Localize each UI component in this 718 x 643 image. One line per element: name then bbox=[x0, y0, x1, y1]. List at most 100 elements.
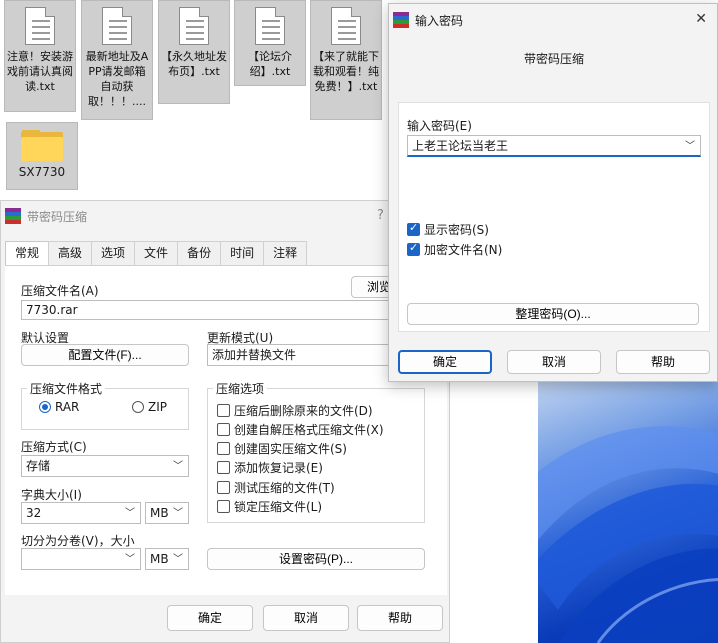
option-label: 创建自解压格式压缩文件(X) bbox=[234, 423, 384, 437]
ok-button[interactable]: 确定 bbox=[167, 605, 253, 631]
dialog-heading: 带密码压缩 bbox=[523, 52, 584, 66]
desktop-file[interactable]: 【永久地址发布页】.txt bbox=[158, 0, 230, 104]
archive-dialog: 带密码压缩 ? 常规 高级 选项 文件 备份 时间 注释 压缩文件名(A) 浏览… bbox=[0, 200, 450, 643]
options-group-title: 压缩选项 bbox=[213, 380, 268, 397]
format-zip-label: ZIP bbox=[148, 400, 167, 414]
file-name: 【论坛介绍】.txt bbox=[248, 50, 292, 78]
password-input[interactable]: 上老王论坛当老王 ﹀ bbox=[407, 135, 701, 157]
show-password-checkbox[interactable]: 显示密码(S) bbox=[407, 221, 489, 238]
checkbox-icon bbox=[217, 481, 230, 494]
close-icon[interactable]: ✕ bbox=[695, 11, 707, 27]
desktop-file[interactable]: 【来了就能下载和观看！纯免费！】.txt bbox=[310, 0, 382, 120]
set-password-button[interactable]: 设置密码(P)... bbox=[207, 548, 425, 570]
tab-bar: 常规 高级 选项 文件 备份 时间 注释 bbox=[5, 241, 308, 266]
tab-backup[interactable]: 备份 bbox=[177, 241, 222, 265]
checkbox-checked-icon bbox=[407, 221, 420, 236]
format-group-title: 压缩文件格式 bbox=[27, 380, 106, 397]
option-sfx[interactable]: 创建自解压格式压缩文件(X) bbox=[217, 421, 384, 438]
desktop-file[interactable]: 【论坛介绍】.txt bbox=[234, 0, 306, 86]
dict-value: 32 bbox=[26, 506, 42, 520]
wallpaper bbox=[538, 370, 718, 643]
password-panel: 输入密码(E) 上老王论坛当老王 ﹀ 显示密码(S) 加密文件名(N) 整理密码… bbox=[398, 102, 710, 332]
text-file-icon bbox=[255, 7, 285, 45]
option-label: 锁定压缩文件(L) bbox=[234, 500, 323, 514]
encrypt-names-label: 加密文件名(N) bbox=[424, 243, 503, 257]
cancel-button[interactable]: 取消 bbox=[263, 605, 349, 631]
radio-icon bbox=[132, 401, 144, 413]
chevron-down-icon: ﹀ bbox=[173, 508, 183, 519]
title-bar[interactable]: 输入密码 bbox=[389, 4, 717, 36]
checkbox-icon bbox=[217, 461, 230, 474]
file-name: 【来了就能下载和观看！纯免费！】.txt bbox=[313, 50, 379, 93]
option-test[interactable]: 测试压缩的文件(T) bbox=[217, 479, 335, 496]
tab-comment[interactable]: 注释 bbox=[263, 241, 308, 265]
option-solid[interactable]: 创建固实压缩文件(S) bbox=[217, 440, 347, 457]
desktop-folder[interactable]: SX7730 bbox=[6, 122, 78, 190]
tab-general[interactable]: 常规 bbox=[5, 241, 50, 266]
help-button[interactable]: 帮助 bbox=[616, 350, 710, 374]
format-rar-radio[interactable]: RAR bbox=[39, 400, 79, 414]
chevron-down-icon: ﹀ bbox=[125, 554, 135, 565]
password-label: 输入密码(E) bbox=[407, 119, 472, 133]
text-file-icon bbox=[102, 7, 132, 45]
ok-button[interactable]: 确定 bbox=[398, 350, 492, 374]
profiles-button[interactable]: 配置文件(F)... bbox=[21, 344, 189, 366]
dialog-title: 输入密码 bbox=[415, 13, 464, 28]
desktop-file[interactable]: 最新地址及APP请发邮箱自动获取！！！.... bbox=[81, 0, 153, 120]
encrypt-names-checkbox[interactable]: 加密文件名(N) bbox=[407, 241, 502, 258]
general-panel: 压缩文件名(A) 浏览( 7730.rar 默认设置 配置文件(F)... 更新… bbox=[5, 265, 447, 595]
split-unit-select[interactable]: MB ﹀ bbox=[145, 548, 189, 570]
desktop-file[interactable]: 注意！安装游戏前请认真阅读.txt bbox=[4, 0, 76, 112]
show-password-label: 显示密码(S) bbox=[424, 223, 489, 237]
dict-label: 字典大小(I) bbox=[21, 488, 82, 502]
help-button[interactable]: 帮助 bbox=[357, 605, 443, 631]
archive-name-label: 压缩文件名(A) bbox=[21, 284, 99, 298]
dict-unit-select[interactable]: MB ﹀ bbox=[145, 502, 189, 524]
checkbox-icon bbox=[217, 404, 230, 417]
chevron-down-icon: ﹀ bbox=[685, 141, 695, 152]
option-recovery[interactable]: 添加恢复记录(E) bbox=[217, 459, 323, 476]
tab-options[interactable]: 选项 bbox=[91, 241, 136, 265]
tab-advanced[interactable]: 高级 bbox=[48, 241, 93, 265]
chevron-down-icon: ﹀ bbox=[173, 461, 183, 472]
chevron-down-icon: ﹀ bbox=[125, 508, 135, 519]
password-dialog: 输入密码 ✕ 带密码压缩 输入密码(E) 上老王论坛当老王 ﹀ 显示密码(S) … bbox=[388, 3, 718, 382]
file-name: 【永久地址发布页】.txt bbox=[161, 50, 227, 78]
tab-files[interactable]: 文件 bbox=[134, 241, 179, 265]
checkbox-icon bbox=[217, 500, 230, 513]
text-file-icon bbox=[331, 7, 361, 45]
option-label: 创建固实压缩文件(S) bbox=[234, 442, 347, 456]
dict-unit: MB bbox=[150, 506, 169, 520]
option-label: 测试压缩的文件(T) bbox=[234, 481, 335, 495]
tab-time[interactable]: 时间 bbox=[220, 241, 265, 265]
method-label: 压缩方式(C) bbox=[21, 440, 87, 454]
organize-passwords-button[interactable]: 整理密码(O)... bbox=[407, 303, 699, 325]
archive-name-input[interactable]: 7730.rar bbox=[21, 300, 441, 320]
dict-select[interactable]: 32 ﹀ bbox=[21, 502, 141, 524]
option-label: 压缩后删除原来的文件(D) bbox=[234, 404, 373, 418]
option-delete-after[interactable]: 压缩后删除原来的文件(D) bbox=[217, 402, 373, 419]
file-name: 注意！安装游戏前请认真阅读.txt bbox=[7, 50, 73, 93]
split-label: 切分为分卷(V)，大小 bbox=[21, 534, 135, 548]
winrar-logo-icon bbox=[393, 12, 409, 28]
password-value: 上老王论坛当老王 bbox=[412, 139, 509, 153]
radio-selected-icon bbox=[39, 401, 51, 413]
format-rar-label: RAR bbox=[55, 400, 80, 414]
option-label: 添加恢复记录(E) bbox=[234, 461, 323, 475]
text-file-icon bbox=[179, 7, 209, 45]
help-icon[interactable]: ? bbox=[377, 208, 384, 223]
option-lock[interactable]: 锁定压缩文件(L) bbox=[217, 498, 322, 515]
split-select[interactable]: ﹀ bbox=[21, 548, 141, 570]
method-select[interactable]: 存储 ﹀ bbox=[21, 455, 189, 477]
update-mode-value: 添加并替换文件 bbox=[212, 348, 297, 362]
winrar-logo-icon bbox=[5, 208, 21, 224]
folder-icon bbox=[21, 129, 63, 161]
method-value: 存储 bbox=[26, 459, 51, 473]
folder-name: SX7730 bbox=[18, 165, 66, 179]
format-zip-radio[interactable]: ZIP bbox=[132, 400, 167, 414]
checkbox-icon bbox=[217, 423, 230, 436]
text-file-icon bbox=[25, 7, 55, 45]
cancel-button[interactable]: 取消 bbox=[507, 350, 601, 374]
file-name: 最新地址及APP请发邮箱自动获取！！！.... bbox=[85, 50, 149, 108]
dialog-title: 带密码压缩 bbox=[27, 209, 88, 224]
